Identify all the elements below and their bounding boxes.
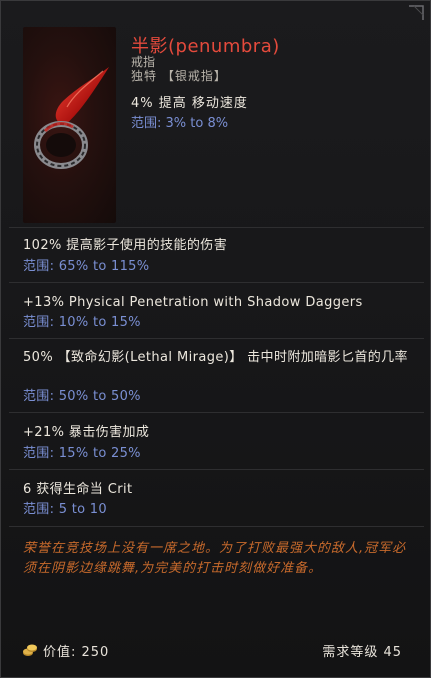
item-rarity: 独特 【银戒指】 [131, 69, 227, 83]
item-price: 价值: 250 [43, 645, 110, 660]
implicit-stat: 4% 提高 移动速度 [131, 96, 248, 111]
level-requirement: 需求等级 45 [322, 645, 402, 660]
coin-icon [23, 644, 37, 656]
affix-2-text: +13% Physical Penetration with Shadow Da… [23, 295, 363, 310]
affix-5-range: 范围: 5 to 10 [23, 502, 107, 517]
divider [9, 227, 424, 228]
affix-3-range: 范围: 50% to 50% [23, 389, 141, 404]
affix-1-text: 102% 提高影子使用的技能的伤害 [23, 238, 228, 253]
item-footer: 价值: 250 需求等级 45 [1, 631, 431, 671]
affix-1-range: 范围: 65% to 115% [23, 259, 150, 274]
divider [9, 526, 424, 527]
divider [9, 412, 424, 413]
divider [9, 338, 424, 339]
affix-2-range: 范围: 10% to 15% [23, 315, 141, 330]
affix-5-text: 6 获得生命当 Crit [23, 482, 133, 497]
affix-3-text: 50% 【致命幻影(Lethal Mirage)】 击中时附加暗影匕首的几率 [23, 350, 408, 365]
item-header: 半影(penumbra) 戒指 独特 【银戒指】 4% 提高 移动速度 范围: … [1, 1, 431, 227]
implicit-range: 范围: 3% to 8% [131, 116, 229, 131]
affix-4-range: 范围: 15% to 25% [23, 446, 141, 461]
ring-icon [23, 27, 116, 223]
affix-4-text: +21% 暴击伤害加成 [23, 425, 150, 440]
divider [9, 469, 424, 470]
item-tooltip: 半影(penumbra) 戒指 独特 【银戒指】 4% 提高 移动速度 范围: … [0, 0, 431, 678]
divider [9, 282, 424, 283]
flavor-text: 荣誉在竞技场上没有一席之地。为了打败最强大的敌人,冠军必须在阴影边缘跳舞,为完美… [23, 541, 407, 576]
